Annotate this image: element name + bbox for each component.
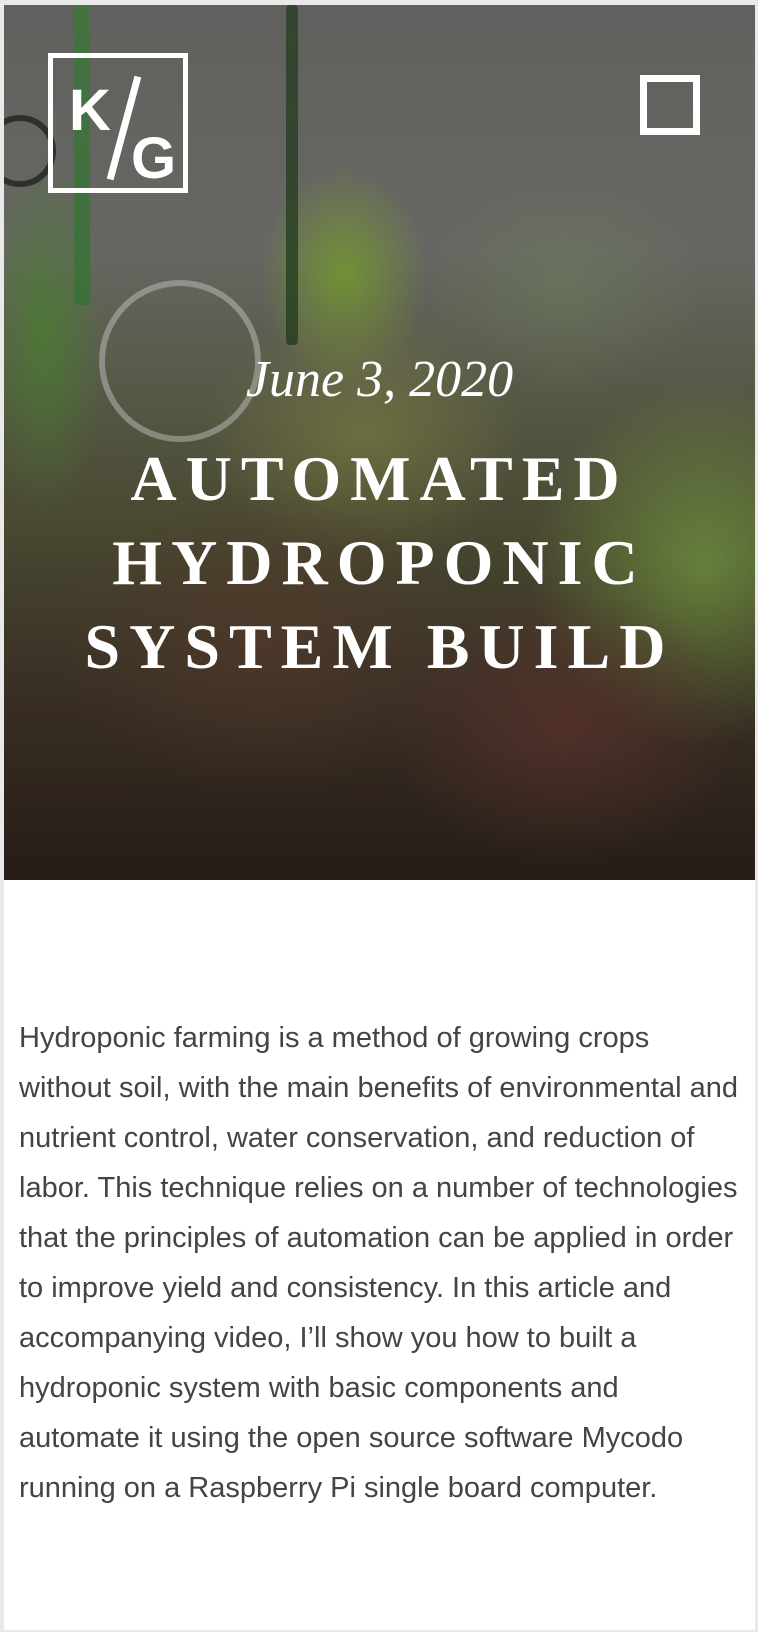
svg-text:K: K	[69, 78, 111, 143]
hero-banner: K G June 3, 2020 AUTOMATED HYDROPONIC SY…	[4, 5, 755, 880]
post-title: AUTOMATED HYDROPONIC SYSTEM BUILD	[84, 443, 675, 682]
page: K G June 3, 2020 AUTOMATED HYDROPONIC SY…	[4, 5, 755, 1630]
kg-logo-icon: K G	[69, 75, 176, 188]
site-logo[interactable]: K G	[48, 53, 188, 193]
post-intro-paragraph: Hydroponic farming is a method of growin…	[19, 1022, 738, 1504]
post-date: June 3, 2020	[245, 351, 514, 408]
menu-toggle-button[interactable]	[640, 75, 700, 135]
svg-text:G: G	[131, 126, 176, 188]
